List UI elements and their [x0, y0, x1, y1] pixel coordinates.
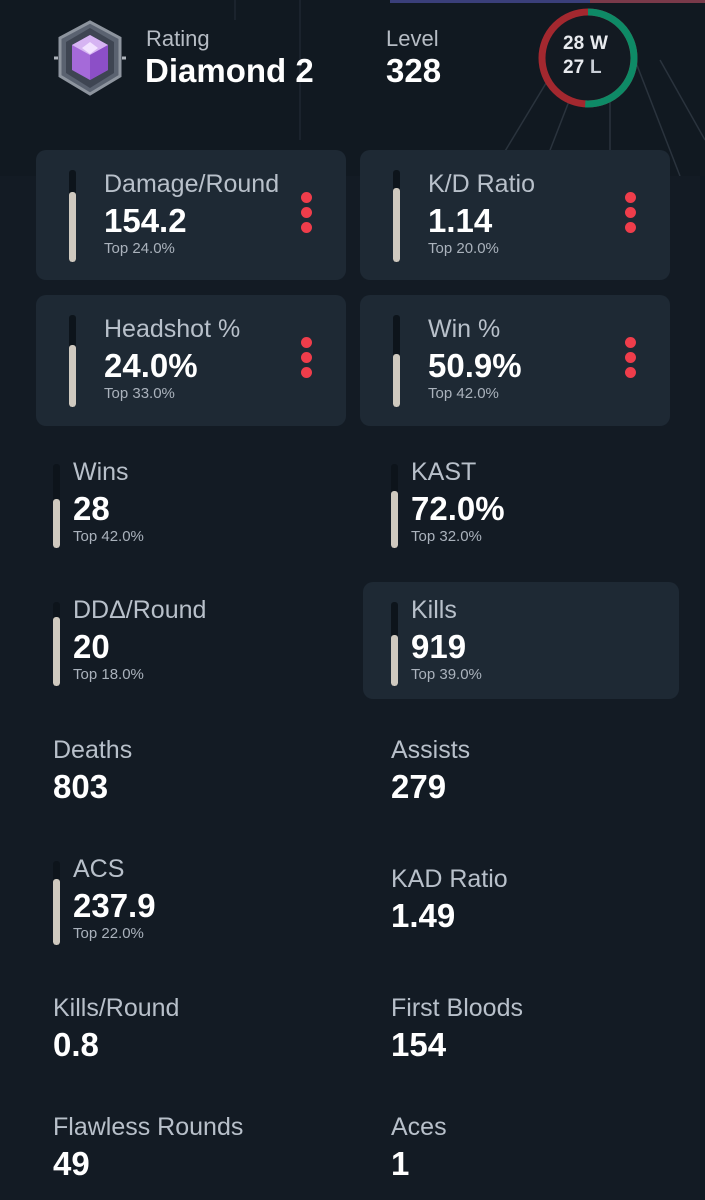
stat-label: ACS: [73, 855, 125, 883]
stat-card-damage-round[interactable]: Damage/Round 154.2 Top 24.0%: [36, 150, 346, 280]
stat-value: 0.8: [53, 1026, 99, 1063]
stat-dda-round[interactable]: DDΔ/Round 20 Top 18.0%: [53, 594, 343, 689]
stat-label: Kills/Round: [53, 994, 180, 1022]
more-vertical-icon[interactable]: [623, 192, 637, 234]
stat-value: 803: [53, 768, 109, 805]
stat-first-bloods[interactable]: First Bloods 154: [391, 992, 681, 1063]
percentile-bar-fill: [393, 188, 400, 262]
more-vertical-icon[interactable]: [299, 337, 313, 379]
stat-flawless-rounds[interactable]: Flawless Rounds 49: [53, 1111, 343, 1182]
percentile-bar: [393, 170, 400, 262]
percentile-bar-fill: [69, 345, 76, 407]
losses-count: 27: [563, 57, 585, 78]
more-vertical-icon[interactable]: [299, 192, 313, 234]
stat-label: Wins: [73, 458, 129, 486]
stat-label: K/D Ratio: [428, 170, 535, 198]
stat-percentile: Top 20.0%: [428, 240, 499, 257]
level-value: 328: [386, 52, 442, 89]
percentile-bar: [391, 464, 398, 548]
stat-kad-ratio[interactable]: KAD Ratio 1.49: [391, 863, 681, 934]
losses-letter: L: [590, 57, 602, 78]
stat-value: 24.0%: [104, 347, 198, 384]
percentile-bar-fill: [53, 499, 60, 548]
stat-value: 154.2: [104, 202, 187, 239]
stat-percentile: Top 22.0%: [73, 925, 144, 942]
stat-percentile: Top 42.0%: [73, 528, 144, 545]
percentile-bar-fill: [391, 634, 398, 686]
rating-label: Rating: [146, 26, 210, 51]
stat-kast[interactable]: KAST 72.0% Top 32.0%: [391, 456, 681, 551]
stat-wins[interactable]: Wins 28 Top 42.0%: [53, 456, 343, 551]
stat-label: Damage/Round: [104, 170, 280, 198]
stat-percentile: Top 39.0%: [411, 666, 482, 683]
level-label: Level: [386, 26, 439, 51]
percentile-bar: [53, 861, 60, 945]
percentile-bar-fill: [391, 490, 398, 548]
wins-letter: W: [590, 33, 608, 54]
stat-value: 919: [411, 628, 467, 665]
wins-count: 28: [563, 33, 585, 54]
stat-value: 49: [53, 1145, 90, 1182]
stat-percentile: Top 42.0%: [428, 385, 499, 402]
stat-value: 1.49: [391, 897, 456, 934]
stat-card-kd-ratio[interactable]: K/D Ratio 1.14 Top 20.0%: [360, 150, 670, 280]
stat-value: 72.0%: [411, 490, 505, 527]
stat-value: 28: [73, 490, 110, 527]
more-vertical-icon[interactable]: [623, 337, 637, 379]
stat-kills-round[interactable]: Kills/Round 0.8: [53, 992, 343, 1063]
stat-label: DDΔ/Round: [73, 596, 207, 624]
stat-percentile: Top 33.0%: [104, 385, 175, 402]
percentile-bar: [391, 602, 398, 686]
stat-assists[interactable]: Assists 279: [391, 734, 681, 805]
stat-label: Assists: [391, 736, 471, 764]
stat-percentile: Top 24.0%: [104, 240, 175, 257]
stat-label: Kills: [411, 596, 457, 624]
stats-panel: Damage/Round 154.2 Top 24.0% K/D Ratio 1…: [0, 150, 700, 1200]
percentile-bar-fill: [69, 192, 76, 262]
stat-label: KAD Ratio: [391, 865, 508, 893]
diamond-rank-icon: [54, 20, 126, 96]
percentile-bar-fill: [53, 617, 60, 686]
stat-card-headshot[interactable]: Headshot % 24.0% Top 33.0%: [36, 295, 346, 426]
percentile-bar-fill: [393, 353, 400, 407]
percentile-bar: [69, 315, 76, 407]
percentile-bar: [53, 602, 60, 686]
stat-value: 279: [391, 768, 447, 805]
stat-value: 1.14: [428, 202, 493, 239]
stat-value: 237.9: [73, 887, 156, 924]
stat-card-kills[interactable]: Kills 919 Top 39.0%: [363, 582, 679, 699]
stat-value: 20: [73, 628, 110, 665]
stat-percentile: Top 32.0%: [411, 528, 482, 545]
percentile-bar: [393, 315, 400, 407]
stat-aces[interactable]: Aces 1: [391, 1111, 681, 1182]
wins-summary: 28 W: [563, 33, 623, 55]
stat-acs[interactable]: ACS 237.9 Top 22.0%: [53, 853, 343, 948]
percentile-bar: [69, 170, 76, 262]
stat-label: First Bloods: [391, 994, 523, 1022]
stat-label: Headshot %: [104, 315, 241, 343]
stat-deaths[interactable]: Deaths 803: [53, 734, 343, 805]
percentile-bar-fill: [53, 879, 60, 945]
stat-label: KAST: [411, 458, 477, 486]
stat-label: Flawless Rounds: [53, 1113, 244, 1141]
rating-value: Diamond 2: [145, 52, 314, 89]
stat-percentile: Top 18.0%: [73, 666, 144, 683]
stat-card-win-pct[interactable]: Win % 50.9% Top 42.0%: [360, 295, 670, 426]
stat-value: 50.9%: [428, 347, 522, 384]
stat-label: Deaths: [53, 736, 133, 764]
stat-value: 1: [391, 1145, 410, 1182]
percentile-bar: [53, 464, 60, 548]
losses-summary: 27 L: [563, 57, 623, 79]
stat-label: Win %: [428, 315, 501, 343]
stat-label: Aces: [391, 1113, 447, 1141]
stat-value: 154: [391, 1026, 447, 1063]
